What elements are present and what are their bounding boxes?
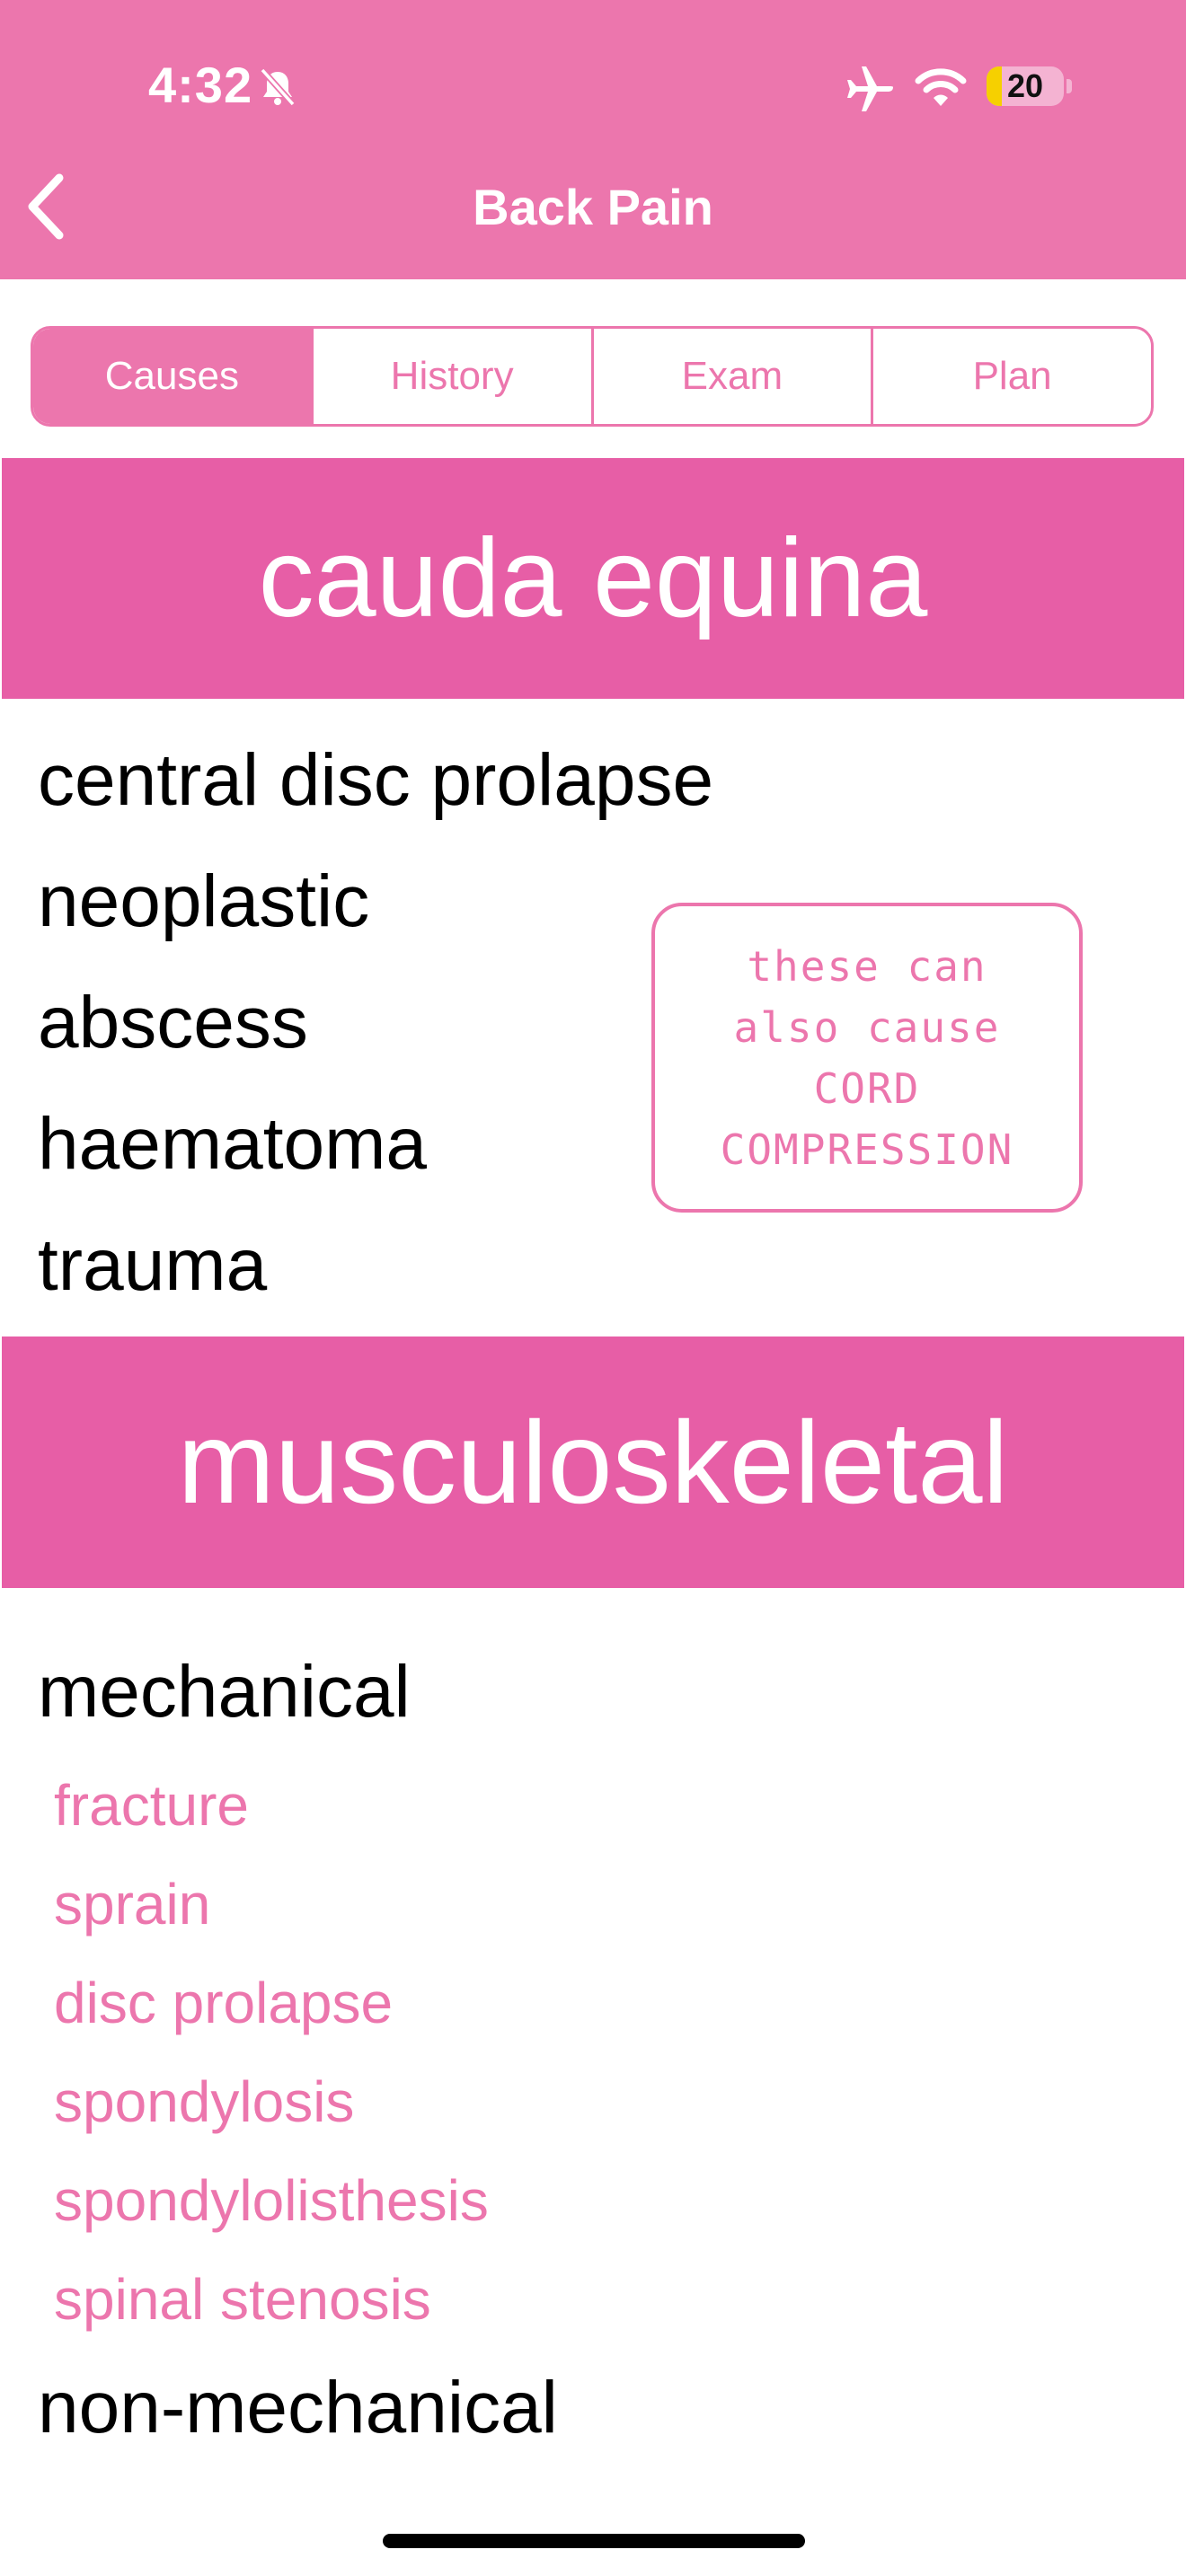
list-item: spondylosis: [54, 2069, 355, 2134]
list-item: central disc prolapse: [38, 739, 714, 821]
wifi-icon: [915, 68, 967, 106]
list-item: neoplastic: [38, 860, 370, 942]
list-item: spondylolisthesis: [54, 2168, 489, 2233]
battery-icon: 20: [987, 66, 1064, 106]
subheading-mechanical: mechanical: [38, 1651, 411, 1733]
home-indicator: [383, 2534, 805, 2548]
note-line: these can: [747, 941, 987, 991]
battery-level: 20: [1006, 67, 1044, 104]
cord-compression-note: these can also cause CORD COMPRESSION: [651, 903, 1083, 1213]
battery-nub: [1067, 79, 1072, 93]
list-item: haematoma: [38, 1103, 428, 1185]
page-title: Back Pain: [473, 179, 713, 235]
airplane-icon: [847, 66, 893, 111]
subheading-non-mechanical: non-mechanical: [38, 2367, 558, 2448]
tab-causes[interactable]: Causes: [33, 329, 311, 424]
tab-history[interactable]: History: [310, 329, 591, 424]
list-item: fracture: [54, 1773, 249, 1838]
tab-plan[interactable]: Plan: [871, 329, 1151, 424]
tab-exam[interactable]: Exam: [590, 329, 872, 424]
list-item: abscess: [38, 982, 308, 1063]
note-line: CORD: [813, 1063, 921, 1113]
nav-header: 4:32 20 Back Pain: [0, 0, 1186, 279]
list-item: spinal stenosis: [54, 2267, 431, 2332]
section-banner-musculoskeletal: musculoskeletal: [2, 1337, 1184, 1588]
section-banner-cauda-equina: cauda equina: [2, 458, 1184, 699]
note-line: COMPRESSION: [720, 1125, 1014, 1174]
list-item: disc prolapse: [54, 1971, 394, 2035]
bell-slash-icon: [260, 67, 296, 107]
segmented-control: Causes History Exam Plan: [31, 326, 1154, 427]
list-item: trauma: [38, 1224, 268, 1306]
status-time: 4:32: [148, 57, 253, 113]
note-line: also cause: [733, 1002, 1001, 1052]
list-item: sprain: [54, 1872, 211, 1936]
